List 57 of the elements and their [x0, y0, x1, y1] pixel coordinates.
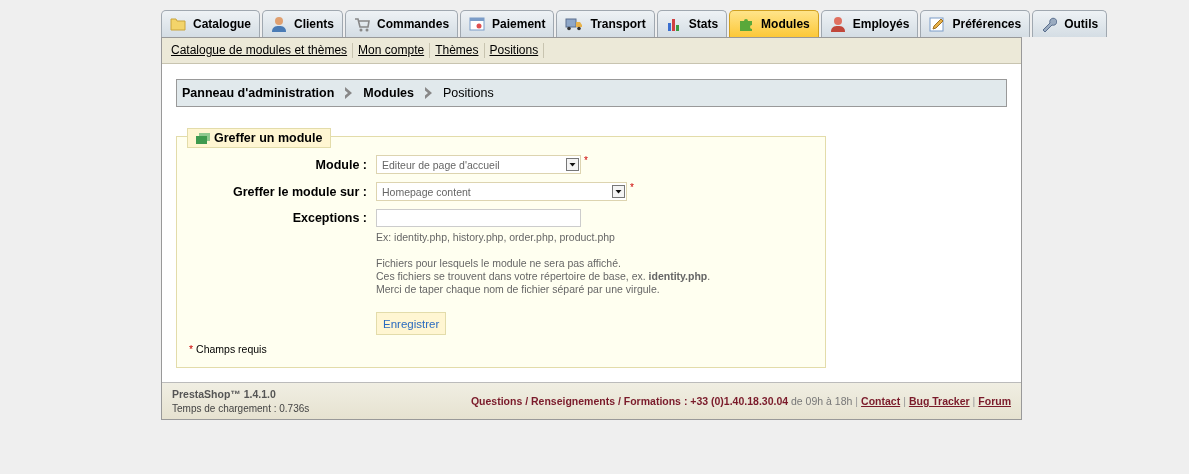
- truck-icon: [565, 17, 584, 31]
- footer-link[interactable]: Contact: [861, 395, 901, 407]
- dropdown[interactable]: Editeur de page d'accueil: [376, 155, 581, 174]
- load-time-text: Temps de chargement : 0.736s: [172, 403, 310, 414]
- link-separator: |: [972, 395, 976, 407]
- nav-tab[interactable]: Transport: [556, 10, 655, 37]
- nav-tab[interactable]: Modules: [729, 10, 819, 37]
- version-text: PrestaShop™ 1.4.1.0: [172, 388, 277, 400]
- field-label: Module :: [314, 157, 368, 172]
- footer-link[interactable]: Forum: [978, 395, 1011, 407]
- dropdown[interactable]: Homepage content: [376, 182, 627, 201]
- nav-tab[interactable]: Préférences: [920, 10, 1031, 37]
- field-label: Exceptions :: [291, 211, 368, 225]
- caret-icon: [566, 158, 579, 171]
- link-separator: |: [903, 395, 906, 407]
- help-text: Fichiers pour lesquels le module ne sera pas affiché.: [376, 257, 622, 270]
- person-icon: [271, 16, 287, 32]
- required-note: Champs requis: [196, 343, 267, 355]
- help-text: Ces fichiers se trouvent dans votre répertoire de base, ex. identity.php.: [376, 270, 712, 283]
- nav-tab[interactable]: Paiement: [460, 10, 555, 37]
- wrench-icon: [1041, 16, 1058, 32]
- module-icon: [196, 132, 210, 144]
- input-field[interactable]: [376, 209, 581, 227]
- breadcrumb-item[interactable]: Positions: [443, 86, 494, 100]
- required-asterisk: *: [630, 182, 634, 193]
- nav-tab[interactable]: Outils: [1032, 10, 1108, 37]
- folder-icon: [170, 17, 186, 31]
- chevron-icon: [344, 87, 354, 99]
- breadcrumb-item[interactable]: Modules: [363, 86, 414, 100]
- subnav-link[interactable]: Positions: [484, 43, 545, 58]
- nav-tab[interactable]: Commandes: [345, 10, 459, 37]
- cart-icon: [354, 16, 371, 32]
- form-legend: Greffer un module: [187, 128, 332, 148]
- example-text: Ex: identity.php, history.php, order.php, product.php: [376, 231, 616, 244]
- chevron-icon: [424, 87, 433, 99]
- nav-tab[interactable]: Clients: [262, 10, 344, 37]
- save-button[interactable]: Enregistrer: [376, 312, 447, 335]
- field-label: Greffer le module sur :: [231, 184, 368, 199]
- subnav-link[interactable]: Mon compte: [353, 43, 431, 58]
- required-asterisk: *: [584, 155, 588, 166]
- help-text: Merci de taper chaque nom de fichier séparé par une virgule.: [376, 283, 661, 296]
- bar-chart-icon: [665, 16, 682, 32]
- puzzle-icon: [738, 16, 755, 32]
- nav-tab[interactable]: Employés: [820, 10, 919, 37]
- caret-icon: [612, 185, 625, 198]
- required-asterisk: *: [189, 343, 194, 355]
- person-icon: [829, 16, 846, 32]
- card-icon: [469, 17, 486, 31]
- subnav-link[interactable]: Catalogue de modules et thèmes: [166, 43, 354, 58]
- nav-tab[interactable]: Catalogue: [161, 10, 260, 37]
- link-separator: |: [855, 395, 859, 407]
- contact-info: Questions / Renseignements / Formations : +33 (0)1.40.18.30.04 de 09h à 18h: [470, 395, 853, 407]
- breadcrumb-item[interactable]: Panneau d'administration: [182, 86, 335, 100]
- pencil-icon: [929, 16, 946, 32]
- subnav-link[interactable]: Thèmes: [430, 43, 485, 58]
- nav-tab[interactable]: Stats: [656, 10, 728, 37]
- footer-link[interactable]: Bug Tracker: [908, 395, 970, 407]
